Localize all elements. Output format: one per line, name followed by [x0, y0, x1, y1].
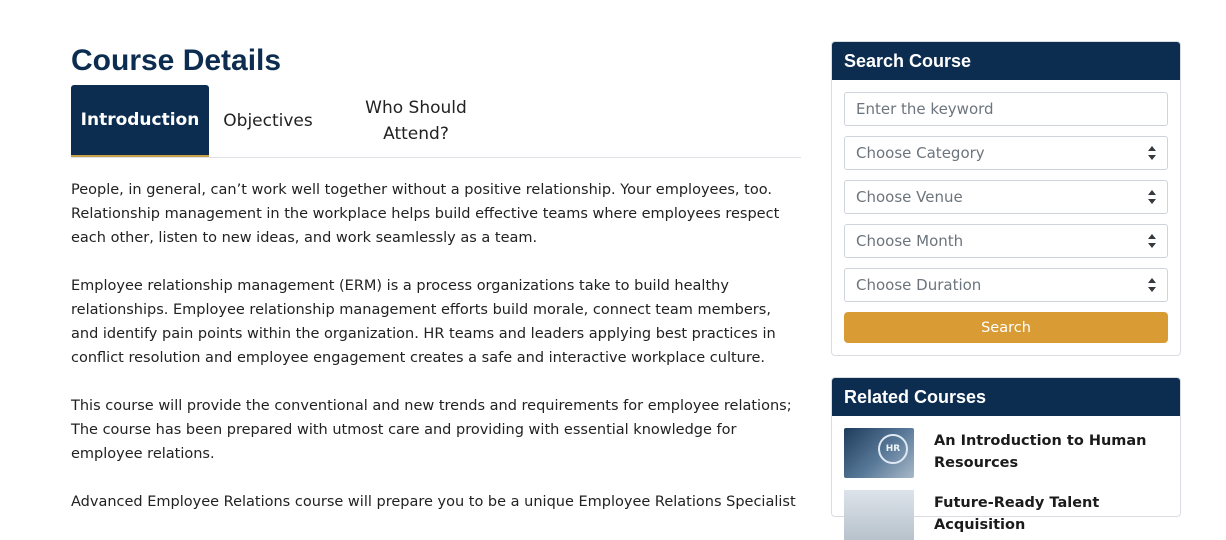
related-course-item[interactable]: Future-Ready Talent Acquisition [832, 478, 1180, 540]
select-arrows-icon [1148, 190, 1156, 204]
duration-select-value: Choose Duration [856, 276, 982, 294]
tab-objectives[interactable]: Objectives [209, 85, 327, 157]
content-paragraph: Advanced Employee Relations course will … [71, 494, 796, 510]
select-arrows-icon [1148, 146, 1156, 160]
course-thumbnail: HR [844, 428, 914, 478]
month-select[interactable]: Choose Month [844, 224, 1168, 258]
select-arrows-icon [1148, 234, 1156, 248]
course-tabs: Introduction Objectives Who Should Atten… [71, 85, 801, 158]
tab-introduction[interactable]: Introduction [71, 85, 209, 157]
related-courses-panel: Related Courses HR An Introduction to Hu… [831, 377, 1181, 540]
related-course-item[interactable]: HR An Introduction to Human Resources [832, 416, 1180, 478]
search-course-heading: Search Course [832, 42, 1180, 80]
hr-badge-icon: HR [878, 434, 908, 464]
venue-select-value: Choose Venue [856, 188, 963, 206]
tab-who-should-attend[interactable]: Who Should Attend? [341, 85, 491, 157]
month-select-value: Choose Month [856, 232, 964, 250]
content-paragraph: People, in general, can’t work well toge… [71, 182, 780, 246]
duration-select[interactable]: Choose Duration [844, 268, 1168, 302]
related-course-title[interactable]: An Introduction to Human Resources [934, 430, 1168, 478]
search-course-panel: Search Course Choose Category Choose Ven… [831, 41, 1181, 356]
select-arrows-icon [1148, 278, 1156, 292]
venue-select[interactable]: Choose Venue [844, 180, 1168, 214]
category-select[interactable]: Choose Category [844, 136, 1168, 170]
related-courses-heading: Related Courses [832, 378, 1180, 416]
keyword-field[interactable] [844, 92, 1168, 126]
related-course-title[interactable]: Future-Ready Talent Acquisition [934, 492, 1168, 540]
content-paragraph: This course will provide the conventiona… [71, 398, 792, 462]
tab-content: People, in general, can’t work well toge… [71, 178, 801, 538]
page-title: Course Details [71, 44, 282, 77]
search-button[interactable]: Search [844, 312, 1168, 343]
content-paragraph: Employee relationship management (ERM) i… [71, 278, 776, 366]
keyword-input[interactable] [856, 100, 1146, 118]
main-content: Course Details Introduction Objectives W… [71, 40, 801, 510]
category-select-value: Choose Category [856, 144, 985, 162]
